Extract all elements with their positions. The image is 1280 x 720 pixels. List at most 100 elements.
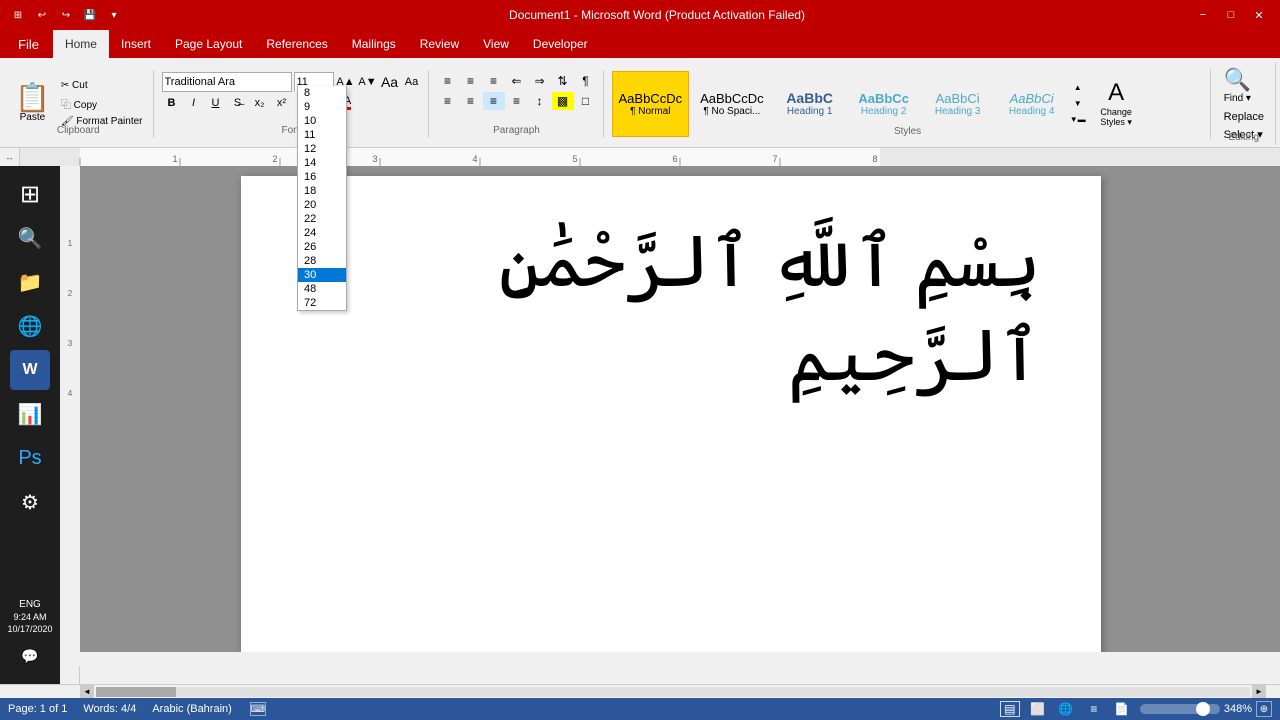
language-icon[interactable]: ⌨ bbox=[250, 702, 266, 716]
zoom-level: 348% bbox=[1224, 703, 1252, 715]
copy-button[interactable]: ⿻ Copy bbox=[57, 94, 147, 113]
change-styles-btn[interactable]: A ChangeStyles ▾ bbox=[1089, 76, 1144, 131]
multilevel-list-btn[interactable]: ≡ bbox=[483, 72, 505, 90]
font-name-input[interactable] bbox=[162, 72, 292, 92]
sort-btn[interactable]: ⇅ bbox=[552, 72, 574, 90]
font-size-26[interactable]: 26 bbox=[298, 240, 346, 254]
styles-scroll-arrows: ▲ ▼ ▼▬ bbox=[1071, 81, 1085, 127]
justify-btn[interactable]: ≡ bbox=[506, 92, 528, 110]
decrease-indent-btn[interactable]: ⇐ bbox=[506, 72, 528, 90]
bold-button[interactable]: B bbox=[162, 94, 182, 112]
print-layout-btn[interactable]: ▤ bbox=[1000, 701, 1020, 717]
font-clear-btn[interactable]: Aa bbox=[380, 73, 400, 91]
save-btn[interactable]: 💾 bbox=[80, 5, 100, 25]
maximize-btn[interactable]: □ bbox=[1218, 5, 1244, 25]
font-size-11[interactable]: 11 bbox=[298, 128, 346, 142]
document-scroll[interactable]: بِسْمِ ٱللَّهِ ٱلرَّحْمَٰنِ ٱلرَّحِيمِ bbox=[60, 166, 1280, 652]
search-taskbar-icon[interactable]: 🔍 bbox=[10, 218, 50, 258]
numbering-btn[interactable]: ≡ bbox=[460, 72, 482, 90]
align-center-btn[interactable]: ≡ bbox=[460, 92, 482, 110]
edge-icon[interactable]: 🌐 bbox=[10, 306, 50, 346]
align-left-btn[interactable]: ≡ bbox=[437, 92, 459, 110]
font-size-12[interactable]: 12 bbox=[298, 142, 346, 156]
tab-view[interactable]: View bbox=[471, 30, 521, 58]
minimize-btn[interactable]: − bbox=[1190, 5, 1216, 25]
superscript-btn[interactable]: x² bbox=[272, 94, 292, 112]
tab-page-layout[interactable]: Page Layout bbox=[163, 30, 254, 58]
start-button[interactable]: ⊞ bbox=[10, 174, 50, 214]
font-size-22[interactable]: 22 bbox=[298, 212, 346, 226]
tab-home[interactable]: Home bbox=[53, 30, 109, 58]
settings-icon[interactable]: ⚙ bbox=[10, 482, 50, 522]
document-area: 1 2 3 4 بِسْمِ ٱللَّهِ ٱلرَّحْمَٰنِ ٱلرَ… bbox=[60, 166, 1280, 684]
file-explorer-icon[interactable]: 📁 bbox=[10, 262, 50, 302]
font-size-30[interactable]: 30 bbox=[298, 268, 346, 282]
ruler-svg: 1 2 3 4 5 6 7 8 bbox=[20, 148, 1280, 166]
cut-button[interactable]: ✂ Cut bbox=[57, 78, 147, 93]
subscript-btn[interactable]: x₂ bbox=[250, 94, 270, 112]
align-right-btn[interactable]: ≡ bbox=[483, 92, 505, 110]
font-size-72[interactable]: 72 bbox=[298, 296, 346, 310]
style-h3-label: Heading 3 bbox=[935, 106, 981, 117]
tab-mailings[interactable]: Mailings bbox=[340, 30, 408, 58]
customize-btn[interactable]: ▾ bbox=[104, 5, 124, 25]
find-btn[interactable]: 🔍 Find ▾ bbox=[1219, 64, 1256, 107]
find-icon: 🔍 bbox=[1224, 67, 1251, 93]
tab-developer[interactable]: Developer bbox=[521, 30, 600, 58]
font-size-16[interactable]: 16 bbox=[298, 170, 346, 184]
ruler-corner[interactable]: ↔ bbox=[0, 148, 20, 166]
increase-indent-btn[interactable]: ⇒ bbox=[529, 72, 551, 90]
show-hide-btn[interactable]: ¶ bbox=[575, 72, 597, 90]
border-btn[interactable]: □ bbox=[575, 92, 597, 110]
bullets-btn[interactable]: ≡ bbox=[437, 72, 459, 90]
styles-down-arrow[interactable]: ▼ bbox=[1071, 97, 1085, 111]
tab-review[interactable]: Review bbox=[408, 30, 471, 58]
outline-btn[interactable]: ≡ bbox=[1084, 701, 1104, 717]
draft-btn[interactable]: 📄 bbox=[1112, 701, 1132, 717]
hscroll-right-btn[interactable]: ► bbox=[1252, 685, 1266, 699]
shading-btn[interactable]: ▩ bbox=[552, 92, 574, 110]
word-icon[interactable]: W bbox=[10, 350, 50, 390]
excel-icon[interactable]: 📊 bbox=[10, 394, 50, 434]
windows-icon[interactable]: ⊞ bbox=[8, 5, 28, 25]
font-size-down-btn[interactable]: A▼ bbox=[358, 73, 378, 91]
tab-references[interactable]: References bbox=[254, 30, 339, 58]
italic-button[interactable]: I bbox=[184, 94, 204, 112]
hscroll-thumb[interactable] bbox=[96, 687, 176, 697]
styles-more-btn[interactable]: ▼▬ bbox=[1071, 113, 1085, 127]
web-layout-btn[interactable]: 🌐 bbox=[1056, 701, 1076, 717]
full-screen-btn[interactable]: ⬜ bbox=[1028, 701, 1048, 717]
font-size-14[interactable]: 14 bbox=[298, 156, 346, 170]
font-size-48[interactable]: 48 bbox=[298, 282, 346, 296]
styles-up-arrow[interactable]: ▲ bbox=[1071, 81, 1085, 95]
horizontal-scrollbar[interactable]: ◄ ► bbox=[80, 685, 1266, 698]
line-spacing-btn[interactable]: ↕ bbox=[529, 92, 551, 110]
font-size-20[interactable]: 20 bbox=[298, 198, 346, 212]
close-btn[interactable]: ✕ bbox=[1246, 5, 1272, 25]
font-size-18[interactable]: 18 bbox=[298, 184, 346, 198]
strikethrough-button[interactable]: S̶ bbox=[228, 94, 248, 112]
underline-button[interactable]: U bbox=[206, 94, 226, 112]
font-size-10[interactable]: 10 bbox=[298, 114, 346, 128]
font-size-24[interactable]: 24 bbox=[298, 226, 346, 240]
document-content[interactable]: بِسْمِ ٱللَّهِ ٱلرَّحْمَٰنِ ٱلرَّحِيمِ bbox=[301, 216, 1041, 403]
style-h2-label: Heading 2 bbox=[861, 106, 907, 117]
tab-insert[interactable]: Insert bbox=[109, 30, 163, 58]
font-size-8[interactable]: 8 bbox=[298, 86, 346, 100]
font-size-28[interactable]: 28 bbox=[298, 254, 346, 268]
hscroll-left-btn[interactable]: ◄ bbox=[80, 685, 94, 699]
replace-btn[interactable]: Replace bbox=[1219, 109, 1269, 125]
zoom-slider[interactable] bbox=[1140, 704, 1220, 714]
zoom-thumb[interactable] bbox=[1196, 702, 1210, 716]
style-h1-label: Heading 1 bbox=[787, 106, 833, 117]
ps-icon[interactable]: Ps bbox=[10, 438, 50, 478]
font-size-9[interactable]: 9 bbox=[298, 100, 346, 114]
main-area: ⊞ 🔍 📁 🌐 W 📊 Ps ⚙ ENG 9:24 AM 10/17/2020 … bbox=[0, 166, 1280, 684]
file-menu-btn[interactable]: File bbox=[4, 30, 53, 58]
paste-button[interactable]: 📋 Paste bbox=[10, 81, 55, 126]
redo-btn[interactable]: ↪ bbox=[56, 5, 76, 25]
zoom-btn[interactable]: ⊕ bbox=[1256, 701, 1272, 717]
undo-btn[interactable]: ↩ bbox=[32, 5, 52, 25]
font-case-btn[interactable]: Aa bbox=[402, 73, 422, 91]
notification-icon[interactable]: 💬 bbox=[10, 636, 50, 676]
